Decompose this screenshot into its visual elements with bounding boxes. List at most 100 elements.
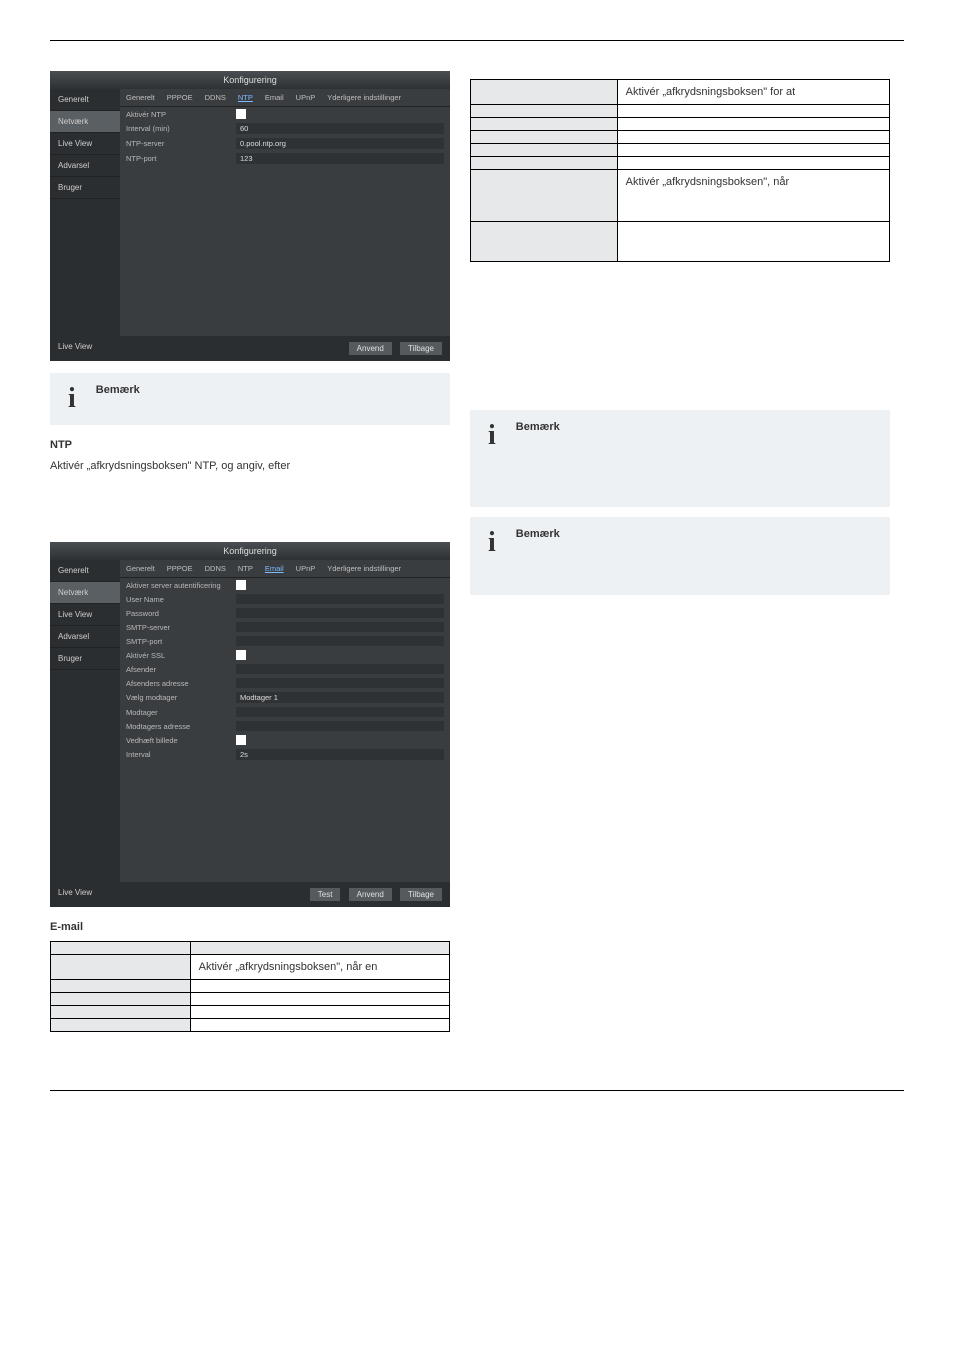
tab-ddns[interactable]: DDNS bbox=[199, 89, 232, 106]
lbl-sender: Afsender bbox=[126, 665, 236, 674]
btn-tilbage-2[interactable]: Tilbage bbox=[400, 888, 442, 901]
chk-enable-ntp[interactable] bbox=[236, 109, 246, 119]
btn-anvend-2[interactable]: Anvend bbox=[349, 888, 392, 901]
shot1-title: Konfigurering bbox=[50, 71, 450, 89]
tab-upnp[interactable]: UPnP bbox=[290, 89, 322, 106]
screenshot-ntp: Konfigurering Generelt Netværk Live View… bbox=[50, 71, 450, 361]
val-smtp[interactable] bbox=[236, 622, 444, 632]
s2-side-bruger[interactable]: Bruger bbox=[50, 648, 120, 670]
lbl-smtpport: SMTP-port bbox=[126, 637, 236, 646]
info-icon: i bbox=[480, 420, 504, 452]
lbl-attach: Vedhæft billede bbox=[126, 736, 236, 745]
email-heading: E-mail bbox=[50, 921, 450, 933]
tab-yderligere[interactable]: Yderligere indstillinger bbox=[321, 89, 407, 106]
tr-r6v bbox=[617, 157, 889, 170]
info3-head: Bemærk bbox=[516, 527, 560, 542]
val-senderaddr[interactable] bbox=[236, 678, 444, 688]
ntp-heading: NTP bbox=[50, 439, 450, 451]
s2-side-liveview[interactable]: Live View bbox=[50, 604, 120, 626]
te-r1k bbox=[51, 955, 191, 980]
lbl-ntp-server: NTP-server bbox=[126, 139, 236, 148]
tab-pppoe[interactable]: PPPOE bbox=[161, 89, 199, 106]
tr-r7k bbox=[471, 170, 618, 222]
info-box-2: i Bemærk bbox=[470, 410, 890, 507]
tr-r4k bbox=[471, 131, 618, 144]
lbl-senderaddr: Afsenders adresse bbox=[126, 679, 236, 688]
tr-r7v: Aktivér „afkrydsningsboksen", når bbox=[617, 170, 889, 222]
val-smtpport[interactable] bbox=[236, 636, 444, 646]
s2-tab-ddns[interactable]: DDNS bbox=[199, 560, 232, 577]
lbl-interval: Interval (min) bbox=[126, 124, 236, 133]
s2-tab-upnp[interactable]: UPnP bbox=[290, 560, 322, 577]
side-advarsel[interactable]: Advarsel bbox=[50, 155, 120, 177]
val-interval2[interactable]: 2s bbox=[236, 749, 444, 760]
s2-tab-pppoe[interactable]: PPPOE bbox=[161, 560, 199, 577]
tr-r4v bbox=[617, 131, 889, 144]
te-r3k bbox=[51, 993, 191, 1006]
tr-r3k bbox=[471, 118, 618, 131]
tab-generelt[interactable]: Generelt bbox=[120, 89, 161, 106]
ntp-para: Aktivér „afkrydsningsboksen" NTP, og ang… bbox=[50, 459, 450, 474]
chk-auth[interactable] bbox=[236, 580, 246, 590]
info-icon: i bbox=[480, 527, 504, 559]
footer-liveview-2[interactable]: Live View bbox=[58, 888, 92, 901]
tr-r8v bbox=[617, 222, 889, 262]
te-h2 bbox=[190, 942, 449, 955]
tr-r1k bbox=[471, 80, 618, 105]
val-interval[interactable]: 60 bbox=[236, 123, 444, 134]
tr-r1v: Aktivér „afkrydsningsboksen" for at bbox=[617, 80, 889, 105]
side-bruger[interactable]: Bruger bbox=[50, 177, 120, 199]
chk-attach[interactable] bbox=[236, 735, 246, 745]
side-generelt[interactable]: Generelt bbox=[50, 89, 120, 111]
info-icon: i bbox=[60, 383, 84, 415]
lbl-ssl: Aktivér SSL bbox=[126, 651, 236, 660]
val-ntp-server[interactable]: 0.pool.ntp.org bbox=[236, 138, 444, 149]
val-sender[interactable] bbox=[236, 664, 444, 674]
val-ntp-port[interactable]: 123 bbox=[236, 153, 444, 164]
chk-ssl[interactable] bbox=[236, 650, 246, 660]
tab-ntp[interactable]: NTP bbox=[232, 89, 259, 106]
s2-side-netvaerk[interactable]: Netværk bbox=[50, 582, 120, 604]
lbl-user: User Name bbox=[126, 595, 236, 604]
info1-head: Bemærk bbox=[96, 383, 140, 398]
lbl-interval2: Interval bbox=[126, 750, 236, 759]
shot2-title: Konfigurering bbox=[50, 542, 450, 560]
te-r3v bbox=[190, 993, 449, 1006]
lbl-rec: Modtager bbox=[126, 708, 236, 717]
s2-side-advarsel[interactable]: Advarsel bbox=[50, 626, 120, 648]
val-recaddr[interactable] bbox=[236, 721, 444, 731]
te-r5k bbox=[51, 1019, 191, 1032]
btn-tilbage-1[interactable]: Tilbage bbox=[400, 342, 442, 355]
s2-tab-generelt[interactable]: Generelt bbox=[120, 560, 161, 577]
lbl-pass: Password bbox=[126, 609, 236, 618]
tr-r8k bbox=[471, 222, 618, 262]
s2-tab-email[interactable]: Email bbox=[259, 560, 290, 577]
screenshot-email: Konfigurering Generelt Netværk Live View… bbox=[50, 542, 450, 907]
tab-email[interactable]: Email bbox=[259, 89, 290, 106]
val-user[interactable] bbox=[236, 594, 444, 604]
btn-test[interactable]: Test bbox=[310, 888, 341, 901]
s2-side-generelt[interactable]: Generelt bbox=[50, 560, 120, 582]
table-email: Aktivér „afkrydsningsboksen", når en bbox=[50, 941, 450, 1032]
tr-r6k bbox=[471, 157, 618, 170]
tr-r3v bbox=[617, 118, 889, 131]
lbl-smtp: SMTP-server bbox=[126, 623, 236, 632]
val-pass[interactable] bbox=[236, 608, 444, 618]
lbl-auth: Aktiver server autentificering bbox=[126, 581, 236, 590]
lbl-enable-ntp: Aktivér NTP bbox=[126, 110, 236, 119]
s2-tab-ntp[interactable]: NTP bbox=[232, 560, 259, 577]
lbl-recaddr: Modtagers adresse bbox=[126, 722, 236, 731]
te-r5v bbox=[190, 1019, 449, 1032]
info-box-3: i Bemærk bbox=[470, 517, 890, 594]
s2-tab-yderligere[interactable]: Yderligere indstillinger bbox=[321, 560, 407, 577]
btn-anvend-1[interactable]: Anvend bbox=[349, 342, 392, 355]
lbl-selrec: Vælg modtager bbox=[126, 693, 236, 702]
tr-r5v bbox=[617, 144, 889, 157]
footer-liveview[interactable]: Live View bbox=[58, 342, 92, 355]
side-netvaerk[interactable]: Netværk bbox=[50, 111, 120, 133]
te-r2v bbox=[190, 980, 449, 993]
val-rec[interactable] bbox=[236, 707, 444, 717]
val-selrec[interactable]: Modtager 1 bbox=[236, 692, 444, 703]
te-r2k bbox=[51, 980, 191, 993]
side-liveview[interactable]: Live View bbox=[50, 133, 120, 155]
